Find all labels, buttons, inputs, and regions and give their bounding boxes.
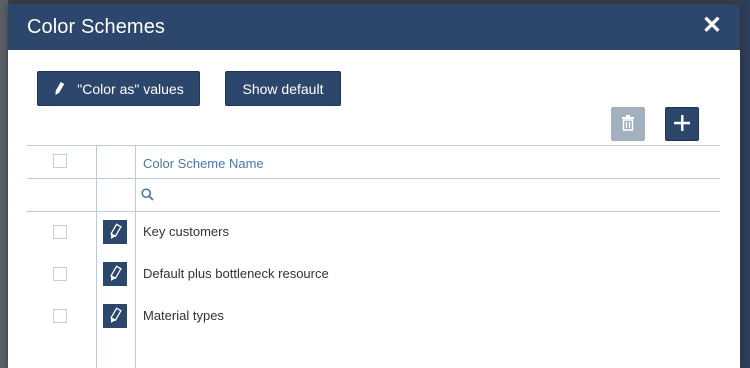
dialog-title: Color Schemes bbox=[27, 16, 166, 38]
grid-line bbox=[27, 211, 720, 212]
grid-line bbox=[27, 178, 720, 179]
delete-button[interactable] bbox=[611, 107, 645, 141]
color-as-values-label: "Color as" values bbox=[77, 80, 184, 97]
pen-icon bbox=[53, 81, 65, 97]
search-icon[interactable] bbox=[141, 188, 154, 206]
edit-icon[interactable] bbox=[103, 304, 127, 328]
color-scheme-grid: Color Scheme Name Key customers Default … bbox=[27, 145, 720, 368]
edit-icon[interactable] bbox=[103, 262, 127, 286]
backdrop-edge-right bbox=[742, 0, 750, 368]
edit-icon[interactable] bbox=[103, 220, 127, 244]
row-name: Key customers bbox=[143, 224, 229, 239]
dialog-titlebar: Color Schemes ✕ bbox=[8, 4, 740, 50]
show-default-label: Show default bbox=[242, 80, 324, 97]
color-as-values-button[interactable]: "Color as" values bbox=[37, 71, 200, 106]
row-name: Default plus bottleneck resource bbox=[143, 266, 329, 281]
row-name: Material types bbox=[143, 308, 224, 323]
grid-line bbox=[27, 145, 720, 146]
backdrop-edge-left bbox=[0, 0, 8, 368]
row-checkbox[interactable] bbox=[53, 309, 67, 323]
color-schemes-dialog: Color Schemes ✕ "Color as" values Show d… bbox=[8, 4, 740, 368]
row-checkbox[interactable] bbox=[53, 225, 67, 239]
plus-icon bbox=[673, 114, 691, 135]
add-button[interactable] bbox=[665, 107, 699, 141]
column-header-name: Color Scheme Name bbox=[143, 156, 264, 171]
show-default-button[interactable]: Show default bbox=[225, 71, 341, 106]
select-all-checkbox[interactable] bbox=[53, 154, 67, 168]
grid-line bbox=[135, 145, 136, 368]
grid-line bbox=[96, 145, 97, 368]
row-checkbox[interactable] bbox=[53, 267, 67, 281]
close-icon[interactable]: ✕ bbox=[702, 14, 722, 38]
trash-icon bbox=[621, 114, 635, 134]
